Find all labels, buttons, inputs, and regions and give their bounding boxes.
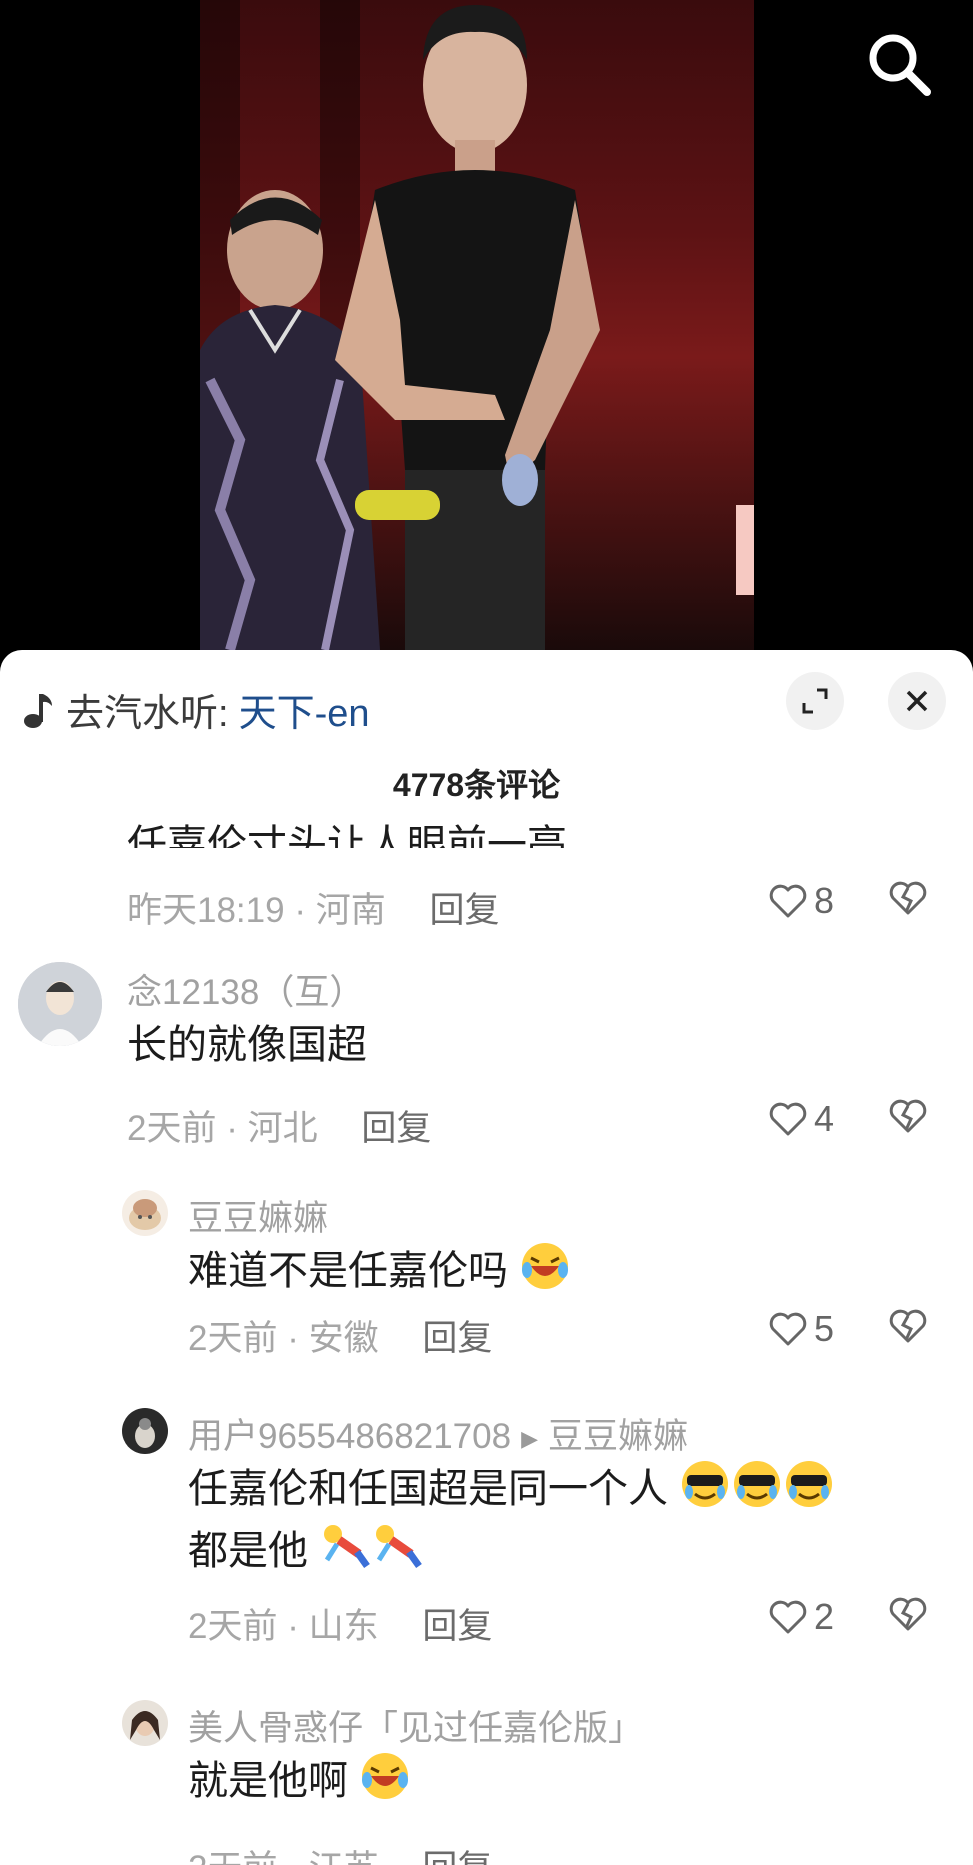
- falling-person-emoji-icon: [376, 1525, 422, 1569]
- reply-to-username[interactable]: 豆豆嫲嫲: [548, 1417, 688, 1456]
- sunglasses-crying-emoji-icon: [682, 1461, 729, 1507]
- broken-heart-icon[interactable]: [888, 880, 928, 916]
- comment-text-line: 都是他: [188, 1520, 835, 1582]
- comment-text: 任嘉伦寸头让人眼前一亮: [127, 823, 567, 848]
- broken-heart-icon[interactable]: [888, 1308, 928, 1344]
- comment-location: 山东: [308, 1607, 379, 1646]
- comment-location: 江苏: [309, 1849, 379, 1865]
- comment-sheet: 去汽水听: 天下-en 4778条评论 任嘉伦寸头让人眼前一亮 昨天18:19 …: [0, 650, 973, 1865]
- video-player[interactable]: [0, 0, 973, 650]
- avatar-image: [122, 1700, 168, 1746]
- reply-button[interactable]: 回复: [429, 891, 499, 930]
- like-count: 4: [814, 1098, 835, 1139]
- close-button[interactable]: [888, 672, 946, 730]
- comment-item: 任嘉伦寸头让人眼前一亮 昨天18:19 · 河南 回复 8: [0, 822, 973, 932]
- music-link[interactable]: 去汽水听: 天下-en: [22, 682, 370, 737]
- comment-location: 安徽: [308, 1319, 379, 1358]
- avatar[interactable]: [18, 962, 102, 1046]
- avatar[interactable]: [122, 1408, 168, 1454]
- comment-time: 2天前: [188, 1319, 278, 1358]
- reply-item: 豆豆嫲嫲 难道不是任嘉伦吗 2天前 · 安徽 回复 5: [0, 1190, 973, 1390]
- avatar[interactable]: [122, 1700, 168, 1746]
- falling-person-emoji-icon: [324, 1525, 370, 1569]
- comment-meta: 2天前 · 山东 回复: [188, 1607, 493, 1646]
- comment-meta: 2天前 · 江苏 回复: [188, 1840, 492, 1865]
- reply-arrow-icon: ▶: [521, 1425, 538, 1451]
- heart-icon: [769, 1600, 807, 1634]
- comment-location: 河北: [247, 1109, 318, 1148]
- reply-item: 用户9655486821708 ▶ 豆豆嫲嫲 任嘉伦和任国超是同一个人 都是他 2天…: [0, 1408, 973, 1668]
- comment-time: 昨天18:19: [127, 891, 285, 930]
- like-button[interactable]: 2: [768, 1596, 834, 1638]
- comment-text: 任嘉伦和任国超是同一个人 都是他: [188, 1458, 835, 1582]
- comment-text: 难道不是任嘉伦吗: [188, 1240, 571, 1302]
- like-count: 5: [814, 1308, 835, 1349]
- comment-text: 长的就像国超: [127, 1023, 367, 1067]
- performer: [335, 5, 600, 650]
- username[interactable]: 美人骨惑仔「见过任嘉伦版」: [188, 1700, 643, 1751]
- stage-light: [736, 505, 754, 595]
- like-button[interactable]: 8: [768, 880, 834, 922]
- username[interactable]: 豆豆嫲嫲: [188, 1190, 328, 1241]
- close-icon: [906, 690, 928, 712]
- avatar-image: [122, 1408, 168, 1454]
- reply-item: 美人骨惑仔「见过任嘉伦版」 就是他啊 2天前 · 江苏 回复: [0, 1700, 973, 1865]
- avatar-image: [18, 962, 102, 1046]
- username-line: 用户9655486821708 ▶ 豆豆嫲嫲: [188, 1408, 688, 1459]
- sunglasses-crying-emoji-icon: [734, 1461, 781, 1507]
- heart-icon: [769, 884, 807, 918]
- like-count: 2: [814, 1596, 835, 1637]
- laughing-crying-emoji-icon: [362, 1753, 409, 1799]
- comment-time: 2天前: [188, 1607, 278, 1646]
- comment-text-content: 就是他啊: [188, 1759, 348, 1803]
- video-frame: [200, 0, 754, 650]
- comment-text-content: 都是他: [188, 1529, 308, 1573]
- comment-meta: 昨天18:19 · 河南 回复: [127, 891, 500, 930]
- comment-time: 2天前: [188, 1849, 277, 1865]
- like-button[interactable]: 4: [768, 1098, 834, 1140]
- heart-icon: [769, 1312, 807, 1346]
- like-count: 8: [814, 880, 835, 921]
- expand-button[interactable]: [786, 672, 844, 730]
- music-prefix: 去汽水听:: [66, 693, 229, 735]
- laughing-crying-emoji-icon: [522, 1243, 569, 1289]
- comment-item: 念12138（互） 长的就像国超 2天前 · 河北 回复 4: [0, 962, 973, 1152]
- comment-meta: 2天前 · 河北 回复: [127, 1109, 432, 1148]
- like-button[interactable]: 5: [768, 1308, 834, 1350]
- search-icon: [869, 34, 931, 96]
- comment-text: 就是他啊: [188, 1750, 411, 1812]
- username[interactable]: 用户9655486821708: [188, 1417, 511, 1456]
- comment-time: 2天前: [127, 1109, 217, 1148]
- search-button[interactable]: [865, 30, 935, 100]
- reply-button[interactable]: 回复: [361, 1109, 431, 1148]
- broken-heart-icon[interactable]: [888, 1596, 928, 1632]
- music-note-icon: [24, 693, 52, 728]
- heart-icon: [769, 1102, 807, 1136]
- sunglasses-crying-emoji-icon: [786, 1461, 833, 1507]
- comment-meta: 2天前 · 安徽 回复: [188, 1319, 493, 1358]
- username[interactable]: 念12138（互）: [127, 964, 364, 1015]
- avatar[interactable]: [122, 1190, 168, 1236]
- comment-count: 4778条评论: [392, 767, 561, 803]
- comment-text-content: 难道不是任嘉伦吗: [188, 1249, 508, 1293]
- comment-location: 河南: [315, 891, 386, 930]
- song-name[interactable]: 天下-en: [239, 682, 370, 737]
- reply-button[interactable]: 回复: [422, 1319, 492, 1358]
- reply-button[interactable]: 回复: [422, 1607, 492, 1646]
- comment-text-content: 任嘉伦和任国超是同一个人: [188, 1467, 668, 1511]
- comment-text-line: 任嘉伦和任国超是同一个人: [188, 1458, 835, 1520]
- broken-heart-icon[interactable]: [888, 1098, 928, 1134]
- expand-icon: [802, 688, 828, 714]
- avatar-image: [122, 1190, 168, 1236]
- reply-button[interactable]: 回复: [422, 1849, 492, 1865]
